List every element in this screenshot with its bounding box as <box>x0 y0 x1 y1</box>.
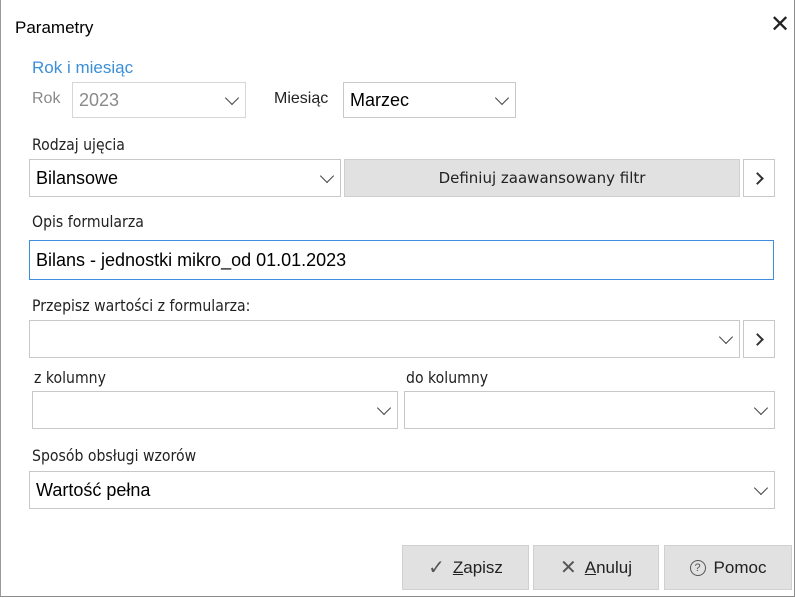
help-button[interactable]: ? Pomoc <box>664 545 792 590</box>
checkmark-icon: ✓ <box>428 557 445 579</box>
chevron-down-icon <box>224 90 240 106</box>
scope-label: Rodzaj ujęcia <box>32 135 125 154</box>
cancel-label: Anuluj <box>584 557 633 577</box>
close-icon[interactable]: ✕ <box>769 13 791 37</box>
formula-handling-label: Sposób obsługi wzorów <box>32 446 197 465</box>
from-column-select[interactable] <box>32 391 398 429</box>
chevron-right-icon <box>751 333 764 346</box>
dialog-title: Parametry <box>15 18 94 37</box>
question-circle-icon: ? <box>689 559 706 576</box>
chevron-down-icon[interactable] <box>718 329 734 345</box>
filter-expand-button[interactable] <box>743 159 775 197</box>
scope-select[interactable]: Bilansowe <box>29 159 341 197</box>
chevron-down-icon[interactable] <box>753 400 769 416</box>
description-input[interactable]: Bilans - jednostki mikro_od 01.01.2023 <box>29 240 774 280</box>
save-button[interactable]: ✓ Zapisz <box>402 545 529 590</box>
parametry-dialog: Parametry ✕ Rok i miesiąc Rok 2023 Miesi… <box>0 0 795 597</box>
scope-value: Bilansowe <box>36 167 119 188</box>
month-label: Miesiąc <box>274 90 329 107</box>
chevron-down-icon[interactable] <box>753 480 769 496</box>
from-column-label: z kolumny <box>34 368 106 387</box>
year-label: Rok <box>32 90 61 107</box>
cancel-button[interactable]: ✕ Anuluj <box>533 545 659 590</box>
month-value: Marzec <box>350 89 410 110</box>
to-column-label: do kolumny <box>406 368 489 387</box>
copy-from-label: Przepisz wartości z formularza: <box>32 296 251 315</box>
description-label: Opis formularza <box>32 212 144 231</box>
formula-handling-value: Wartość pełna <box>36 479 151 500</box>
to-column-select[interactable] <box>404 391 775 429</box>
save-label: Zapisz <box>452 557 503 577</box>
section-heading-year-month: Rok i miesiąc <box>32 58 134 77</box>
year-select: 2023 <box>72 82 246 118</box>
month-select[interactable]: Marzec <box>343 82 516 118</box>
chevron-down-icon[interactable] <box>376 400 392 416</box>
advanced-filter-button[interactable]: Definiuj zaawansowany filtr <box>344 159 740 197</box>
year-value: 2023 <box>79 89 120 110</box>
chevron-down-icon[interactable] <box>494 90 510 106</box>
chevron-right-icon <box>751 172 764 185</box>
help-label: Pomoc <box>713 557 767 577</box>
x-icon: ✕ <box>559 557 577 579</box>
chevron-down-icon[interactable] <box>319 168 335 184</box>
copy-from-expand-button[interactable] <box>743 320 775 358</box>
formula-handling-select[interactable]: Wartość pełna <box>29 471 775 509</box>
copy-from-select[interactable] <box>29 320 740 358</box>
